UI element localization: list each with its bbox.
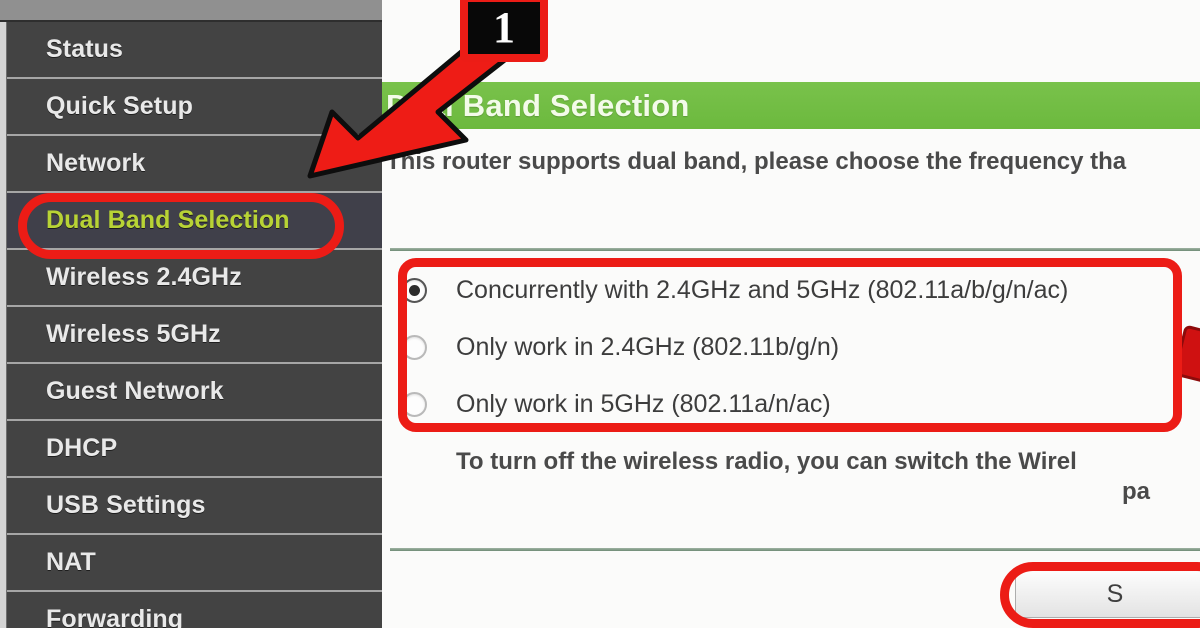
- sidebar-item-label: Dual Band Selection: [46, 206, 290, 234]
- sidebar-item-usb-settings[interactable]: USB Settings: [7, 478, 382, 535]
- sidebar-top-strip: [0, 0, 382, 22]
- step-number-label: 1: [493, 3, 515, 52]
- save-button[interactable]: S: [1015, 570, 1200, 618]
- sidebar: Status Quick Setup Network Dual Band Select…: [0, 0, 382, 628]
- sidebar-item-wireless-2-4ghz[interactable]: Wireless 2.4GHz: [7, 250, 382, 307]
- sidebar-item-label: Guest Network: [46, 377, 224, 405]
- sidebar-item-label: USB Settings: [46, 491, 206, 519]
- radio-option-label: Concurrently with 2.4GHz and 5GHz (802.1…: [456, 276, 1069, 304]
- sidebar-item-label: NAT: [46, 548, 96, 576]
- divider-bottom: [390, 548, 1200, 551]
- sidebar-item-label: Quick Setup: [46, 92, 193, 120]
- sidebar-item-label: Forwarding: [46, 605, 184, 628]
- note-line-1: To turn off the wireless radio, you can …: [456, 448, 1077, 475]
- radio-option-row[interactable]: Only work in 5GHz (802.11a/n/ac): [396, 376, 1186, 433]
- sidebar-item-guest-network[interactable]: Guest Network: [7, 364, 382, 421]
- sidebar-left-rail: [0, 22, 7, 628]
- sidebar-item-status[interactable]: Status: [7, 22, 382, 79]
- sidebar-item-label: DHCP: [46, 434, 118, 462]
- step-number-badge: 1: [460, 0, 548, 62]
- sidebar-item-wireless-5ghz[interactable]: Wireless 5GHz: [7, 307, 382, 364]
- radio-option-row[interactable]: Concurrently with 2.4GHz and 5GHz (802.1…: [396, 262, 1186, 319]
- sidebar-item-nat[interactable]: NAT: [7, 535, 382, 592]
- router-admin-screenshot: Status Quick Setup Network Dual Band Select…: [0, 0, 1200, 628]
- page-title: Dual Band Selection: [386, 87, 690, 123]
- sidebar-item-label: Wireless 5GHz: [46, 320, 221, 348]
- sidebar-item-forwarding[interactable]: Forwarding: [7, 592, 382, 628]
- sidebar-item-label: Network: [46, 149, 146, 177]
- radio-option-label: Only work in 5GHz (802.11a/n/ac): [456, 390, 831, 418]
- sidebar-item-dhcp[interactable]: DHCP: [7, 421, 382, 478]
- sidebar-item-dual-band-selection[interactable]: Dual Band Selection: [7, 193, 382, 250]
- divider-top: [390, 248, 1200, 251]
- radio-button-2[interactable]: [402, 335, 427, 360]
- page-header-bar: Dual Band Selection: [382, 82, 1200, 129]
- sidebar-item-label: Status: [46, 35, 124, 63]
- sidebar-item-quick-setup[interactable]: Quick Setup: [7, 79, 382, 136]
- sidebar-item-label: Wireless 2.4GHz: [46, 263, 242, 291]
- sidebar-item-network[interactable]: Network: [7, 136, 382, 193]
- radio-button-3[interactable]: [402, 392, 427, 417]
- page-description: This router supports dual band, please c…: [386, 148, 1127, 175]
- radio-option-row[interactable]: Only work in 2.4GHz (802.11b/g/n): [396, 319, 1186, 376]
- note-line-2: pa: [1122, 478, 1151, 505]
- main-content: Dual Band Selection This router supports…: [382, 0, 1200, 628]
- radio-option-label: Only work in 2.4GHz (802.11b/g/n): [456, 333, 840, 361]
- radio-button-1[interactable]: [402, 278, 427, 303]
- dual-band-option-group: Concurrently with 2.4GHz and 5GHz (802.1…: [396, 262, 1186, 433]
- sidebar-nav-list: Status Quick Setup Network Dual Band Select…: [7, 22, 382, 628]
